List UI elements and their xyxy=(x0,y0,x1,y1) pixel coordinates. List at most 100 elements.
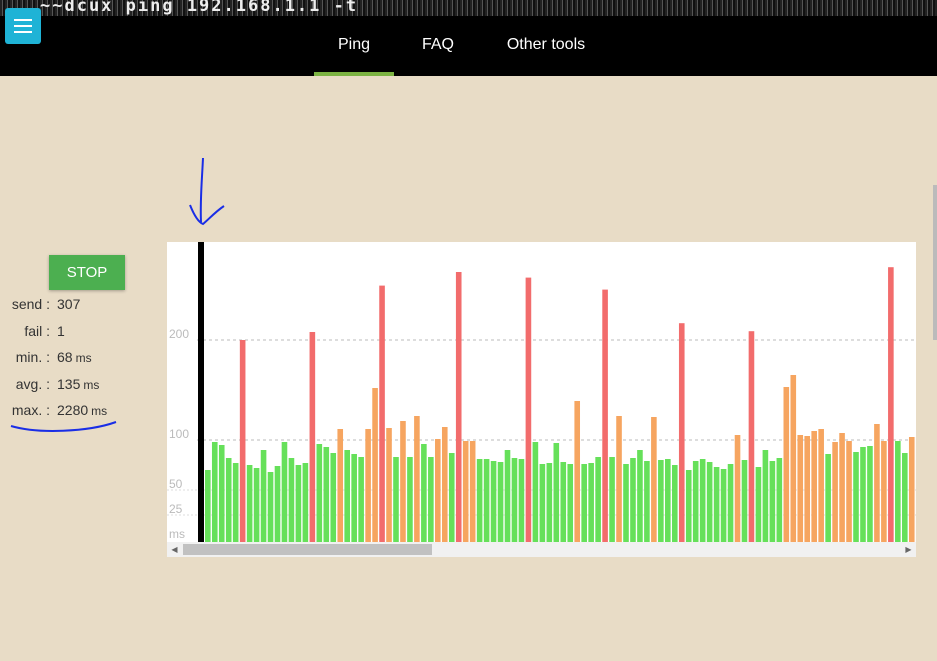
ping-bar xyxy=(504,450,511,542)
ping-bar xyxy=(727,464,734,542)
terminal-text: ~~dcux ping 192.168.1.1 -t xyxy=(40,0,359,16)
stat-label: send xyxy=(11,296,43,312)
ping-bar xyxy=(804,436,811,542)
ping-bar xyxy=(574,401,581,542)
ping-bar xyxy=(393,457,399,542)
stat-value: 307 xyxy=(57,296,81,312)
ping-bar xyxy=(797,435,804,542)
ping-bar xyxy=(323,447,330,542)
ping-bar xyxy=(386,428,392,542)
ping-bar xyxy=(560,462,567,542)
ping-bar xyxy=(379,285,385,542)
y-tick-label: ms xyxy=(169,527,185,541)
ping-bar xyxy=(595,457,601,542)
ping-bar xyxy=(448,453,455,542)
ping-bar xyxy=(441,427,448,542)
ping-bar xyxy=(860,447,866,542)
stop-button[interactable]: STOP xyxy=(49,255,125,290)
ping-bar xyxy=(832,442,838,542)
ping-bar xyxy=(525,277,532,542)
ping-bar xyxy=(260,450,267,542)
ping-bar xyxy=(211,442,218,542)
stat-label: max. xyxy=(11,402,43,418)
ping-bar xyxy=(351,454,357,542)
ping-bar xyxy=(713,467,720,542)
ping-bar xyxy=(790,375,797,542)
terminal-banner: ~~dcux ping 192.168.1.1 -t xyxy=(0,0,937,16)
ping-bar xyxy=(846,441,852,542)
ping-bar xyxy=(546,463,553,542)
ping-bar xyxy=(421,444,427,542)
ping-bar xyxy=(630,458,636,542)
ping-bar xyxy=(267,472,274,542)
ping-bar xyxy=(414,416,420,542)
ping-bar xyxy=(455,272,462,542)
ping-bar xyxy=(769,461,776,542)
ping-bar xyxy=(246,465,253,542)
ping-bar xyxy=(874,424,880,542)
ping-bar xyxy=(881,441,887,542)
stat-value: 2280 xyxy=(57,402,89,418)
ping-bar xyxy=(302,463,309,542)
ping-bar xyxy=(776,458,783,542)
ping-bar xyxy=(497,462,504,542)
arrow-annotation-icon xyxy=(189,157,225,226)
chart-scrollbar[interactable]: ◀ ▶ xyxy=(167,542,916,557)
stat-fail: fail : 1 xyxy=(24,322,65,339)
page-scrollbar[interactable] xyxy=(933,185,937,340)
ping-bar xyxy=(239,340,246,542)
ping-bar xyxy=(428,457,434,542)
ping-bar xyxy=(400,421,406,542)
stat-unit: ms xyxy=(75,351,92,365)
ping-chart-svg: 200 100 50 25 ms xyxy=(167,242,916,542)
stat-unit: ms xyxy=(91,404,108,418)
scroll-thumb[interactable] xyxy=(183,544,432,555)
y-tick-label: 200 xyxy=(169,327,189,341)
ping-bar xyxy=(895,441,901,542)
y-tick-label: 50 xyxy=(169,477,183,491)
ping-bar xyxy=(839,433,845,542)
current-position-marker xyxy=(198,242,204,542)
ping-bar xyxy=(902,453,908,542)
ping-bar xyxy=(623,464,629,542)
tab-other-tools[interactable]: Other tools xyxy=(496,16,596,76)
ping-bar xyxy=(637,450,643,542)
stat-label: fail xyxy=(24,322,43,339)
scroll-left-icon[interactable]: ◀ xyxy=(167,542,182,557)
ping-bar xyxy=(539,464,546,542)
scroll-right-icon[interactable]: ▶ xyxy=(901,542,916,557)
ping-bar xyxy=(755,467,762,542)
ping-bar xyxy=(616,416,622,542)
ping-bar xyxy=(825,454,831,542)
stat-unit: ms xyxy=(83,377,100,392)
ping-bar xyxy=(748,331,755,542)
tab-faq[interactable]: FAQ xyxy=(408,16,468,76)
ping-bar xyxy=(407,457,413,542)
ping-bar xyxy=(365,429,371,542)
ping-bar xyxy=(253,468,260,542)
stat-send: send : 307 xyxy=(11,296,81,312)
ping-bar xyxy=(295,465,302,542)
ping-bar xyxy=(699,459,706,542)
ping-bar xyxy=(685,470,692,542)
tab-ping[interactable]: Ping xyxy=(314,16,394,76)
ping-bar xyxy=(867,446,873,542)
y-tick-label: 100 xyxy=(169,427,189,441)
ping-bar xyxy=(651,417,657,542)
ping-bar xyxy=(205,470,211,542)
top-bar: ~~dcux ping 192.168.1.1 -t Ping FAQ Othe… xyxy=(0,0,937,76)
ping-bar xyxy=(734,435,741,542)
stat-label: avg. xyxy=(15,375,43,392)
ping-bar xyxy=(435,439,441,542)
ping-bar xyxy=(741,460,748,542)
ping-bar xyxy=(511,458,518,542)
ping-bar xyxy=(288,458,295,542)
ping-bar xyxy=(358,457,364,542)
stat-value: 1 xyxy=(57,322,65,339)
ping-bar xyxy=(462,441,469,542)
ping-bar xyxy=(316,444,323,542)
ping-chart: 200 100 50 25 ms xyxy=(167,242,916,542)
ping-bar xyxy=(281,442,288,542)
ping-bar xyxy=(309,332,316,542)
stat-avg: avg. : 135 ms xyxy=(15,375,100,392)
